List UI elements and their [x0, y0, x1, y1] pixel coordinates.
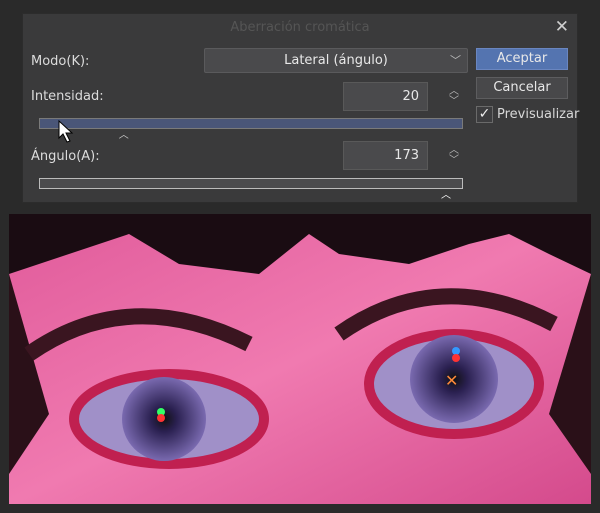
angle-input[interactable]: 173 — [343, 141, 428, 170]
cancel-button[interactable]: Cancelar — [476, 77, 568, 99]
close-icon[interactable]: ✕ — [555, 17, 569, 37]
center-marker-icon: ✕ — [445, 371, 458, 390]
mouse-cursor-icon — [58, 120, 74, 143]
mode-select[interactable]: Lateral (ángulo) ﹀ — [204, 48, 468, 73]
checkmark-icon: ✓ — [476, 106, 493, 123]
angle-spinner[interactable]: ︿ ﹀ — [447, 146, 461, 166]
intensity-label: Intensidad: — [31, 89, 104, 104]
eyes-illustration: ✕ — [9, 214, 591, 504]
dialog-title: Aberración cromática — [230, 20, 370, 35]
preview-label: Previsualizar — [497, 107, 580, 122]
intensity-slider-handle[interactable]: ︿ — [119, 126, 129, 141]
intensity-input[interactable]: 20 — [343, 82, 428, 111]
intensity-spinner[interactable]: ︿ ﹀ — [447, 87, 461, 107]
accept-button[interactable]: Aceptar — [476, 48, 568, 70]
mode-value: Lateral (ángulo) — [284, 53, 388, 68]
image-canvas[interactable]: ✕ — [9, 214, 591, 504]
mode-label: Modo(K): — [31, 54, 90, 69]
preview-checkbox[interactable]: ✓ Previsualizar — [476, 106, 579, 123]
angle-slider[interactable] — [39, 178, 463, 189]
angle-slider-handle[interactable]: ︿ — [441, 186, 451, 201]
chevron-down-icon: ﹀ — [450, 54, 461, 67]
chromatic-aberration-dialog: Aberración cromática ✕ Modo(K): Lateral … — [22, 13, 579, 203]
intensity-slider[interactable] — [39, 118, 463, 129]
angle-label: Ángulo(A): — [31, 149, 100, 164]
